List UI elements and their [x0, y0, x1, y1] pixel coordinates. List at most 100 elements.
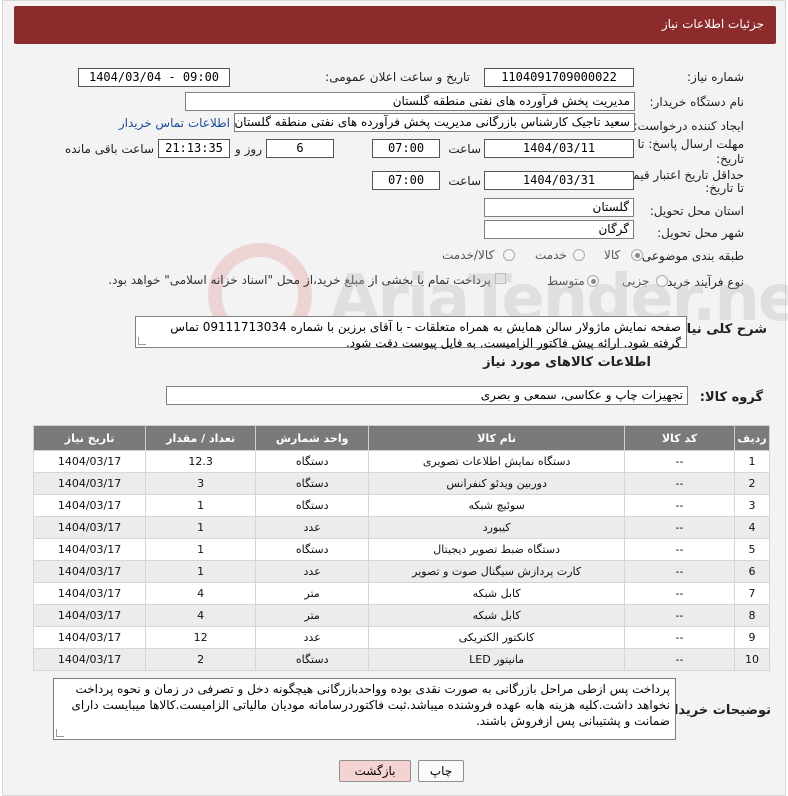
cell-name: کارت پردازش سیگنال صوت و تصویر [368, 560, 626, 583]
buyer-org-label: نام دستگاه خریدار: [649, 95, 745, 109]
requester-label: ایجاد کننده درخواست: [633, 119, 744, 133]
cell-name: دستگاه نمایش اطلاعات تصویری [368, 450, 626, 473]
process-label: نوع فرآیند خرید : [659, 275, 744, 289]
cell-unit: عدد [255, 626, 370, 649]
cell-name: مانیتور LED [368, 648, 626, 671]
category-radio-service[interactable] [573, 249, 585, 261]
cell-row: 8 [733, 604, 771, 627]
resize-grip-icon[interactable] [56, 729, 64, 737]
city-field: گرگان [484, 220, 634, 239]
cell-name: کابل شبکه [368, 582, 626, 605]
goods-section-title: اطلاعات کالاهای مورد نیاز [483, 355, 651, 370]
cell-code: -- [624, 538, 735, 561]
description-label: شرح کلی نیاز: [673, 322, 767, 337]
buyer-notes-label: توضیحات خریدار: [661, 703, 771, 718]
buyer-contact-link[interactable]: اطلاعات تماس خریدار [119, 116, 230, 130]
cell-qty: 2 [145, 648, 257, 671]
table-row: 7 -- کابل شبکه متر 4 1404/03/17 [32, 582, 771, 605]
payment-note: پرداخت تمام یا بخشی از مبلغ خرید،از محل … [108, 273, 491, 287]
announce-date-field: 1404/03/04 - 09:00 [78, 68, 230, 87]
col-row: ردیف [733, 425, 771, 451]
price-valid-time-field: 07:00 [372, 171, 440, 190]
price-valid-time-label: ساعت [448, 174, 481, 188]
cell-date: 1404/03/17 [32, 516, 147, 539]
table-row: 6 -- کارت پردازش سیگنال صوت و تصویر عدد 1 140… [32, 560, 771, 583]
cell-unit: دستگاه [255, 472, 370, 495]
cell-code: -- [624, 560, 735, 583]
cell-row: 3 [733, 494, 771, 517]
buyer-notes-text: پرداخت پس ازطی مراحل بازرگانی به صورت نق… [71, 682, 670, 728]
table-row: 8 -- کابل شبکه متر 4 1404/03/17 [32, 604, 771, 627]
cell-row: 4 [733, 516, 771, 539]
cell-code: -- [624, 626, 735, 649]
reply-deadline-label-2: تاریخ: [716, 152, 744, 166]
cell-unit: عدد [255, 516, 370, 539]
province-field: گلستان [484, 198, 634, 217]
cell-unit: عدد [255, 560, 370, 583]
remaining-days-field: 6 [266, 139, 334, 158]
cell-unit: دستگاه [255, 538, 370, 561]
cell-row: 1 [733, 450, 771, 473]
table-row: 5 -- دستگاه ضبط تصویر دیجیتال دستگاه 1 1404/0… [32, 538, 771, 561]
cell-name: سوئیچ شبکه [368, 494, 626, 517]
cell-date: 1404/03/17 [32, 626, 147, 649]
cell-date: 1404/03/17 [32, 538, 147, 561]
remaining-time-field: 21:13:35 [158, 139, 230, 158]
cell-qty: 1 [145, 516, 257, 539]
category-label: طبقه بندی موضوعی: [637, 249, 744, 263]
province-label: استان محل تحویل: [649, 204, 744, 218]
goods-group-field: تجهیزات چاپ و عکاسی، سمعی و بصری [166, 386, 688, 405]
cell-date: 1404/03/17 [32, 494, 147, 517]
cell-name: دستگاه ضبط تصویر دیجیتال [368, 538, 626, 561]
goods-group-label: گروه کالا: [699, 390, 763, 405]
cell-code: -- [624, 494, 735, 517]
cell-code: -- [624, 582, 735, 605]
cell-unit: دستگاه [255, 494, 370, 517]
announce-label: تاریخ و ساعت اعلان عمومی: [325, 70, 470, 84]
process-radio-medium[interactable] [587, 275, 599, 287]
col-name: نام کالا [368, 425, 626, 451]
cell-name: کابل شبکه [368, 604, 626, 627]
cell-unit: دستگاه [255, 450, 370, 473]
remaining-time-label: ساعت باقی مانده [64, 142, 154, 156]
price-valid-label-2: تا تاریخ: [705, 181, 744, 195]
table-row: 9 -- کانکتور الکتریکی عدد 12 1404/03/17 [32, 626, 771, 649]
resize-grip-icon[interactable] [138, 337, 146, 345]
col-qty: تعداد / مقدار [145, 425, 257, 451]
goods-table: ردیف کد کالا نام کالا واحد شمارش تعداد /… [32, 425, 771, 671]
table-row: 10 -- مانیتور LED دستگاه 2 1404/03/17 [32, 648, 771, 671]
category-radio-goods-service[interactable] [503, 249, 515, 261]
cell-qty: 4 [145, 604, 257, 627]
treasury-checkbox[interactable] [495, 273, 506, 284]
cell-code: -- [624, 472, 735, 495]
days-label: روز و [235, 142, 262, 156]
category-radio-goods[interactable] [631, 249, 643, 261]
price-valid-label: حداقل تاریخ اعتبار قیمت: [617, 168, 744, 182]
cell-row: 9 [733, 626, 771, 649]
cell-name: کانکتور الکتریکی [368, 626, 626, 649]
cell-row: 7 [733, 582, 771, 605]
cell-date: 1404/03/17 [32, 450, 147, 473]
cell-row: 5 [733, 538, 771, 561]
print-button[interactable]: چاپ [418, 760, 464, 782]
reply-deadline-label: مهلت ارسال پاسخ: تا [637, 137, 744, 151]
table-row: 2 -- دوربین ویدئو کنفرانس دستگاه 3 1404/03/17 [32, 472, 771, 495]
process-option-minor: جزیی [622, 274, 650, 288]
cell-date: 1404/03/17 [32, 582, 147, 605]
need-number-field: 1104091709000022 [484, 68, 634, 87]
back-button[interactable]: بازگشت [339, 760, 411, 782]
cell-unit: دستگاه [255, 648, 370, 671]
reply-time-label: ساعت [448, 142, 481, 156]
cell-qty: 1 [145, 560, 257, 583]
cell-qty: 1 [145, 494, 257, 517]
cell-unit: متر [255, 604, 370, 627]
cell-name: دوربین ویدئو کنفرانس [368, 472, 626, 495]
reply-time-field: 07:00 [372, 139, 440, 158]
cell-date: 1404/03/17 [32, 648, 147, 671]
cell-qty: 1 [145, 538, 257, 561]
cell-name: کیبورد [368, 516, 626, 539]
col-code: کد کالا [624, 425, 735, 451]
col-unit: واحد شمارش [255, 425, 370, 451]
process-radio-minor[interactable] [656, 275, 668, 287]
cell-unit: متر [255, 582, 370, 605]
